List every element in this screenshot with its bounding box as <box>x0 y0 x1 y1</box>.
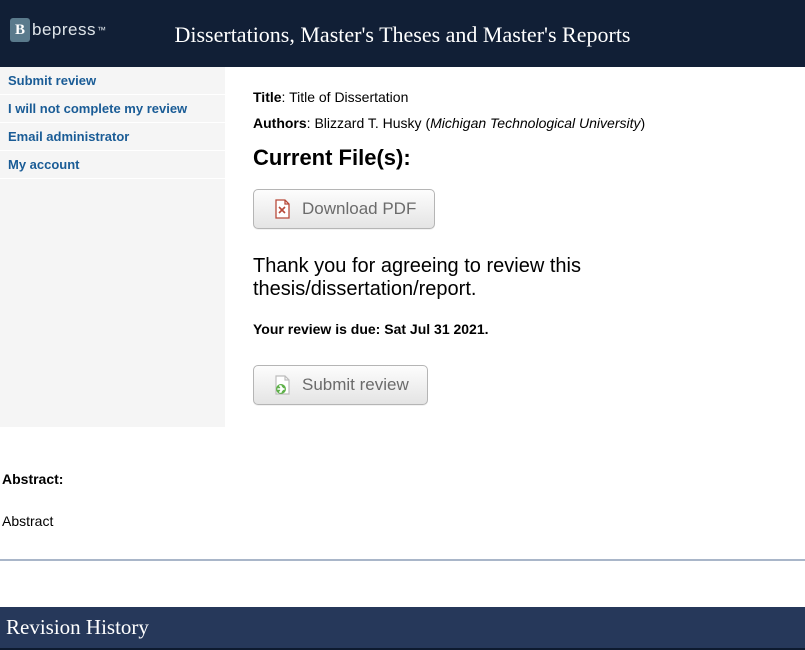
bepress-logo-icon: B <box>10 18 30 42</box>
sidebar: Submit review I will not complete my rev… <box>0 67 225 427</box>
authors-label: Authors <box>253 115 307 131</box>
sidebar-item-my-account[interactable]: My account <box>0 151 225 179</box>
sidebar-item-email-admin[interactable]: Email administrator <box>0 123 225 151</box>
current-files-heading: Current File(s): <box>253 145 795 171</box>
thank-you-text: Thank you for agreeing to review this th… <box>253 255 795 301</box>
author-affiliation: Michigan Technological University <box>430 115 640 131</box>
review-due: Your review is due: Sat Jul 31 2021. <box>253 321 795 337</box>
due-date: Sat Jul 31 2021 <box>384 321 484 337</box>
lower-section: Abstract: Abstract <box>0 471 805 529</box>
submit-icon <box>272 375 292 395</box>
pdf-icon <box>272 199 292 219</box>
download-pdf-label: Download PDF <box>302 199 416 219</box>
authors-row: Authors: Blizzard T. Husky (Michigan Tec… <box>253 115 795 131</box>
page-title: Dissertations, Master's Theses and Maste… <box>0 20 805 48</box>
title-label: Title <box>253 89 282 105</box>
logo[interactable]: B bepress ™ <box>10 18 106 42</box>
abstract-label: Abstract: <box>2 471 803 487</box>
download-pdf-button[interactable]: Download PDF <box>253 189 435 229</box>
submit-review-label: Submit review <box>302 375 409 395</box>
title-row: Title: Title of Dissertation <box>253 89 795 105</box>
due-suffix: . <box>485 321 489 337</box>
sidebar-item-submit-review[interactable]: Submit review <box>0 67 225 95</box>
main-content: Title: Title of Dissertation Authors: Bl… <box>225 67 805 427</box>
logo-trademark: ™ <box>97 25 106 35</box>
divider <box>0 559 805 561</box>
revision-history-heading: Revision History <box>0 607 805 650</box>
logo-text: bepress <box>32 20 96 40</box>
due-prefix: Your review is due: <box>253 321 384 337</box>
author-name: Blizzard T. Husky <box>314 115 421 131</box>
title-value: Title of Dissertation <box>289 89 408 105</box>
content-container: Submit review I will not complete my rev… <box>0 67 805 427</box>
sidebar-item-not-complete[interactable]: I will not complete my review <box>0 95 225 123</box>
submit-review-button[interactable]: Submit review <box>253 365 428 405</box>
abstract-body: Abstract <box>2 513 803 529</box>
header: B bepress ™ Dissertations, Master's Thes… <box>0 0 805 67</box>
